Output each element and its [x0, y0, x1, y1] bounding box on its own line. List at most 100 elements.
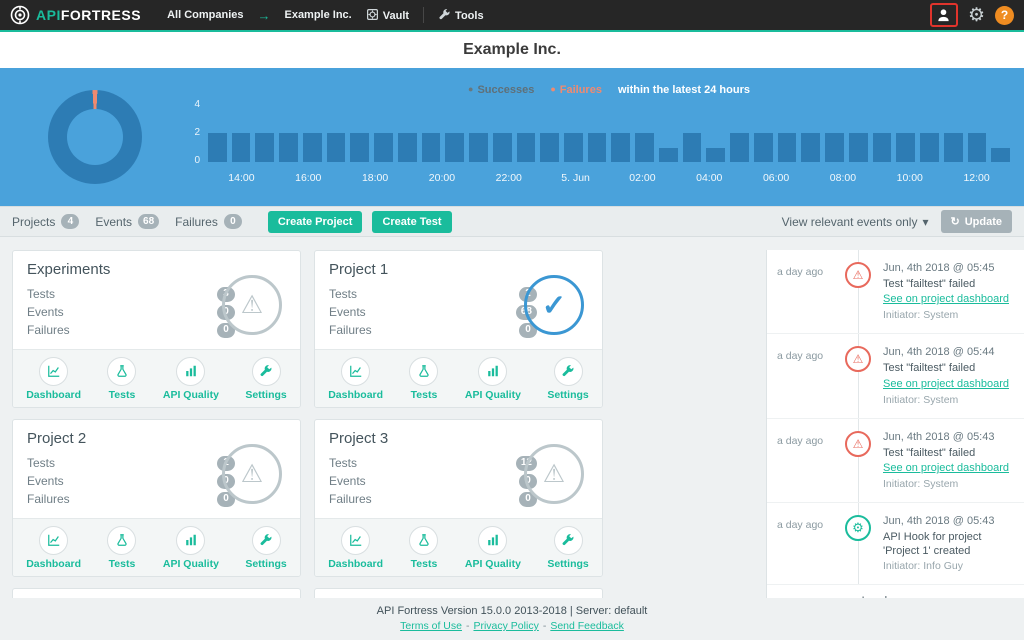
card-action-api-quality[interactable]: API Quality — [163, 526, 219, 570]
x-axis-tick: 12:00 — [963, 172, 989, 184]
card-action-tests[interactable]: Tests — [107, 526, 136, 570]
bar — [445, 133, 464, 162]
api-hook-gear-icon: ⚙ — [845, 515, 871, 541]
bar — [564, 133, 583, 162]
project-stats: Tests12 Events0 Failures0 — [329, 454, 537, 508]
x-axis-tick: 20:00 — [429, 172, 455, 184]
brand-logo[interactable]: APIFORTRESS — [10, 5, 141, 25]
timeline-item: a day ago ⚠ Jun, 4th 2018 @ 05:45 Test "… — [767, 250, 1024, 334]
x-axis-tick: 14:00 — [228, 172, 254, 184]
timeline-dashboard-link[interactable]: See on project dashboard — [883, 378, 1009, 390]
nav-vault[interactable]: Vault — [366, 8, 409, 22]
privacy-policy-link[interactable]: Privacy Policy — [473, 620, 538, 632]
bar — [588, 133, 607, 162]
create-test-button[interactable]: Create Test — [372, 211, 451, 233]
footer-links: Terms of Use-Privacy Policy-Send Feedbac… — [0, 620, 1024, 632]
brand-fortress: FORTRESS — [61, 7, 141, 23]
timeline-initiator: Initiator: System — [883, 394, 1016, 406]
bar — [517, 133, 536, 162]
dashboard-icon — [39, 357, 68, 386]
wrench-icon — [438, 8, 451, 21]
bar-chart-bars — [208, 104, 1010, 162]
card-action-dashboard[interactable]: Dashboard — [26, 526, 81, 570]
bar — [255, 133, 274, 162]
timeline-item: a day ago ⚠ Jun, 4th 2018 @ 05:44 Test "… — [767, 334, 1024, 418]
settings-gear-icon[interactable]: ⚙ — [968, 6, 985, 25]
card-actions: Dashboard Tests API Quality Settings — [315, 349, 602, 407]
timeline-dashboard-link[interactable]: See on project dashboard — [883, 293, 1009, 305]
failures-counter[interactable]: Failures 0 — [175, 214, 242, 229]
card-action-api-quality[interactable]: API Quality — [465, 357, 521, 401]
stat-label-events: Events — [27, 474, 64, 488]
x-axis-labels: 14:0016:0018:0020:0022:005. Jun02:0004:0… — [208, 172, 1010, 186]
y-tick: 2 — [194, 127, 200, 138]
nav-all-companies[interactable]: All Companies — [167, 9, 243, 21]
timeline-date: Jun, 4th 2018 @ 05:43 — [883, 515, 1016, 527]
create-project-button[interactable]: Create Project — [268, 211, 363, 233]
card-action-tests[interactable]: Tests — [107, 357, 136, 401]
card-action-tests[interactable]: Tests — [409, 357, 438, 401]
bar — [303, 133, 322, 162]
project-card-experiments: Experiments Tests3 Events0 Failures0 ⚠ D… — [12, 250, 301, 408]
wrench-icon — [252, 526, 281, 555]
nav-company[interactable]: Example Inc. — [284, 9, 351, 21]
wrench-icon — [554, 357, 583, 386]
card-action-settings[interactable]: Settings — [245, 526, 286, 570]
failures-label: Failures — [175, 215, 218, 229]
events-count-badge: 68 — [138, 214, 159, 229]
events-filter-dropdown[interactable]: View relevant events only ▾ — [782, 215, 929, 229]
bar-chart-icon — [176, 526, 205, 555]
timeline-item: a day ago ⚙ Jun, 4th 2018 @ 05:43 API Ho… — [767, 503, 1024, 586]
card-action-tests[interactable]: Tests — [409, 526, 438, 570]
card-action-dashboard[interactable]: Dashboard — [26, 357, 81, 401]
bar — [208, 133, 227, 162]
x-axis-tick: 22:00 — [496, 172, 522, 184]
card-action-settings[interactable]: Settings — [245, 357, 286, 401]
topbar: APIFORTRESS All Companies → Example Inc.… — [0, 0, 1024, 32]
version-text: API Fortress Version 15.0.0 2013-2018 | … — [0, 605, 1024, 617]
events-counter[interactable]: Events 68 — [95, 214, 159, 229]
help-icon[interactable]: ? — [995, 6, 1014, 25]
bar — [991, 148, 1010, 163]
y-tick: 0 — [194, 155, 200, 166]
x-axis-tick: 5. Jun — [561, 172, 590, 184]
card-action-api-quality[interactable]: API Quality — [465, 526, 521, 570]
x-axis-tick: 02:00 — [629, 172, 655, 184]
projects-counter[interactable]: Projects 4 — [12, 214, 79, 229]
terms-of-use-link[interactable]: Terms of Use — [400, 620, 462, 632]
bar — [635, 133, 654, 162]
send-feedback-link[interactable]: Send Feedback — [550, 620, 624, 632]
project-card-partial — [12, 588, 301, 598]
timeline-time-ago: a day ago — [767, 262, 841, 321]
timeline-text: API Hook for project 'Project 1' created — [883, 530, 1016, 559]
card-action-dashboard[interactable]: Dashboard — [328, 526, 383, 570]
load-more-button[interactable]: Load more ... — [767, 585, 1024, 598]
update-button[interactable]: ↻ Update — [941, 210, 1013, 233]
donut-hole — [67, 109, 123, 165]
nav-tools[interactable]: Tools — [438, 8, 484, 22]
project-card-project-1: Project 1 Tests2 Events68 Failures0 ✓ Da… — [314, 250, 603, 408]
project-card-project-3: Project 3 Tests12 Events0 Failures0 ⚠ Da… — [314, 419, 603, 577]
successes-dot-icon: ● — [468, 84, 473, 94]
stat-label-tests: Tests — [329, 287, 357, 301]
dashboard-icon — [39, 526, 68, 555]
x-axis-tick: 10:00 — [897, 172, 923, 184]
card-action-settings[interactable]: Settings — [547, 526, 588, 570]
stats-banner: ●Successes ●Failures within the latest 2… — [0, 68, 1024, 206]
legend-failures: ●Failures — [550, 84, 602, 96]
vault-icon — [366, 8, 379, 21]
timeline-dashboard-link[interactable]: See on project dashboard — [883, 462, 1009, 474]
card-action-dashboard[interactable]: Dashboard — [328, 357, 383, 401]
bar — [611, 133, 630, 162]
card-action-settings[interactable]: Settings — [547, 357, 588, 401]
legend-suffix: within the latest 24 hours — [618, 84, 750, 96]
timeline-initiator: Initiator: System — [883, 478, 1016, 490]
main-content: Experiments Tests3 Events0 Failures0 ⚠ D… — [0, 237, 1024, 598]
status-ok-icon: ✓ — [524, 275, 584, 335]
card-action-api-quality[interactable]: API Quality — [163, 357, 219, 401]
timeline-date: Jun, 4th 2018 @ 05:44 — [883, 346, 1016, 358]
topbar-right: ⚙ ? — [930, 3, 1014, 27]
user-account-button[interactable] — [930, 3, 958, 27]
bar-chart-icon — [478, 526, 507, 555]
y-axis-labels: 4 2 0 — [180, 104, 200, 162]
